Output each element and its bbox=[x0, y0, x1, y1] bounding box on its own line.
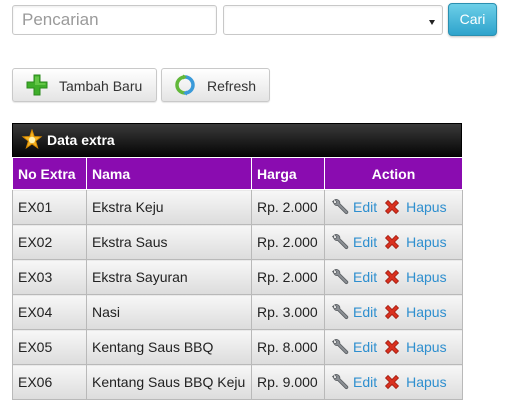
edit-link[interactable]: Edit bbox=[353, 339, 377, 355]
edit-link[interactable]: Edit bbox=[353, 304, 377, 320]
cell-action: Edit Hapus bbox=[324, 224, 463, 260]
edit-action[interactable]: Edit bbox=[330, 232, 377, 252]
cell-no-extra: EX05 bbox=[12, 329, 87, 365]
table-row: EX04 Nasi Rp. 3.000 Edit Hapus bbox=[12, 294, 463, 330]
filter-select[interactable] bbox=[223, 5, 443, 35]
search-input[interactable] bbox=[12, 5, 217, 35]
star-badge-icon bbox=[21, 129, 43, 150]
panel-title: Data extra bbox=[47, 132, 115, 148]
column-header-action: Action bbox=[324, 157, 463, 190]
cell-nama: Ekstra Sayuran bbox=[86, 259, 252, 295]
close-x-icon bbox=[385, 199, 400, 215]
cell-action: Edit Hapus bbox=[324, 189, 463, 225]
delete-action[interactable]: Hapus bbox=[382, 337, 447, 357]
table-row: EX03 Ekstra Sayuran Rp. 2.000 Edit Hapus bbox=[12, 259, 463, 295]
delete-action[interactable]: Hapus bbox=[382, 302, 447, 322]
edit-link[interactable]: Edit bbox=[353, 374, 377, 390]
cell-no-extra: EX01 bbox=[12, 189, 87, 225]
cell-nama: Kentang Saus BBQ Keju bbox=[86, 364, 252, 400]
edit-link[interactable]: Edit bbox=[353, 234, 377, 250]
delete-action[interactable]: Hapus bbox=[382, 232, 447, 252]
edit-action[interactable]: Edit bbox=[330, 197, 377, 217]
cell-harga: Rp. 3.000 bbox=[251, 294, 325, 330]
delete-link[interactable]: Hapus bbox=[406, 199, 446, 215]
delete-link[interactable]: Hapus bbox=[406, 304, 446, 320]
cell-harga: Rp. 8.000 bbox=[251, 329, 325, 365]
close-x-icon bbox=[385, 374, 400, 390]
delete-link[interactable]: Hapus bbox=[406, 234, 446, 250]
wrench-icon bbox=[332, 304, 349, 319]
table-row: EX05 Kentang Saus BBQ Rp. 8.000 Edit Hapus bbox=[12, 329, 463, 365]
cell-no-extra: EX02 bbox=[12, 224, 87, 260]
chevron-down-icon bbox=[429, 20, 435, 25]
delete-action[interactable]: Hapus bbox=[382, 372, 447, 392]
delete-action[interactable]: Hapus bbox=[382, 197, 447, 217]
delete-link[interactable]: Hapus bbox=[406, 339, 446, 355]
wrench-icon bbox=[332, 269, 349, 284]
column-header-no-extra[interactable]: No Extra bbox=[12, 157, 87, 190]
table-row: EX06 Kentang Saus BBQ Keju Rp. 9.000 Edit Ha… bbox=[12, 364, 463, 400]
cell-nama: Nasi bbox=[86, 294, 252, 330]
wrench-icon bbox=[332, 234, 349, 249]
add-new-label: Tambah Baru bbox=[59, 78, 143, 94]
wrench-icon bbox=[332, 339, 349, 354]
edit-action[interactable]: Edit bbox=[330, 372, 377, 392]
cell-harga: Rp. 2.000 bbox=[251, 259, 325, 295]
close-x-icon bbox=[385, 269, 400, 285]
panel-header: Data extra bbox=[12, 123, 462, 157]
cell-no-extra: EX03 bbox=[12, 259, 87, 295]
refresh-label: Refresh bbox=[207, 78, 257, 94]
close-x-icon bbox=[385, 304, 400, 320]
wrench-icon bbox=[332, 374, 349, 389]
plus-icon bbox=[26, 74, 48, 96]
cell-no-extra: EX04 bbox=[12, 294, 87, 330]
cell-action: Edit Hapus bbox=[324, 259, 463, 295]
extra-table: No Extra Nama Harga Action EX01 Ekstra Ke… bbox=[12, 157, 463, 400]
table-row: EX01 Ekstra Keju Rp. 2.000 Edit Hapus bbox=[12, 189, 463, 225]
cell-no-extra: EX06 bbox=[12, 364, 87, 400]
cell-nama: Kentang Saus BBQ bbox=[86, 329, 252, 365]
refresh-icon bbox=[175, 74, 195, 96]
close-x-icon bbox=[385, 339, 400, 355]
edit-link[interactable]: Edit bbox=[353, 199, 377, 215]
add-new-button[interactable]: Tambah Baru bbox=[12, 68, 157, 102]
edit-action[interactable]: Edit bbox=[330, 337, 377, 357]
table-row: EX02 Ekstra Saus Rp. 2.000 Edit Hapus bbox=[12, 224, 463, 260]
edit-action[interactable]: Edit bbox=[330, 267, 377, 287]
edit-link[interactable]: Edit bbox=[353, 269, 377, 285]
column-header-harga[interactable]: Harga bbox=[251, 157, 325, 190]
delete-link[interactable]: Hapus bbox=[406, 269, 446, 285]
cell-action: Edit Hapus bbox=[324, 329, 463, 365]
refresh-button[interactable]: Refresh bbox=[161, 68, 270, 102]
cell-nama: Ekstra Saus bbox=[86, 224, 252, 260]
cell-action: Edit Hapus bbox=[324, 364, 463, 400]
cell-harga: Rp. 2.000 bbox=[251, 189, 325, 225]
search-button[interactable]: Cari bbox=[448, 3, 497, 36]
wrench-icon bbox=[332, 199, 349, 214]
column-header-nama[interactable]: Nama bbox=[86, 157, 252, 190]
cell-harga: Rp. 2.000 bbox=[251, 224, 325, 260]
edit-action[interactable]: Edit bbox=[330, 302, 377, 322]
cell-action: Edit Hapus bbox=[324, 294, 463, 330]
cell-harga: Rp. 9.000 bbox=[251, 364, 325, 400]
delete-link[interactable]: Hapus bbox=[406, 374, 446, 390]
cell-nama: Ekstra Keju bbox=[86, 189, 252, 225]
delete-action[interactable]: Hapus bbox=[382, 267, 447, 287]
close-x-icon bbox=[385, 234, 400, 250]
table-header-row: No Extra Nama Harga Action bbox=[12, 157, 463, 190]
